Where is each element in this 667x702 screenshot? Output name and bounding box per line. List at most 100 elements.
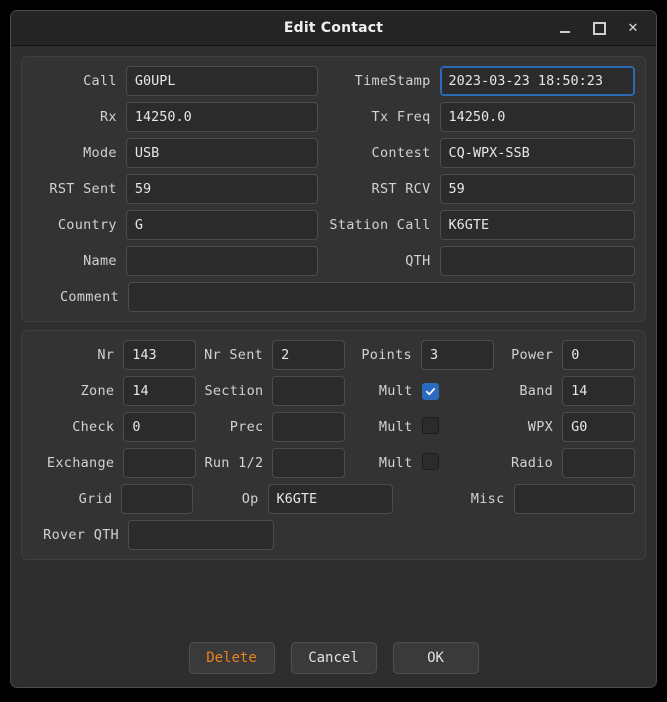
form-row-mode-contest: Mode USB Contest CQ-WPX-SSB [32, 138, 635, 168]
input-rover-qth[interactable] [128, 520, 274, 550]
input-nr-sent[interactable]: 2 [272, 340, 345, 370]
dialog-button-bar: Delete Cancel OK [11, 629, 656, 687]
form-row-name-qth: Name QTH [32, 246, 635, 276]
input-mode[interactable]: USB [125, 138, 319, 168]
label-prec: Prec [229, 419, 264, 435]
label-nr: Nr [97, 347, 115, 363]
input-nr[interactable]: 143 [123, 340, 196, 370]
label-rst-rcv: RST RCV [371, 181, 431, 197]
label-exchange: Exchange [46, 455, 115, 471]
input-qth[interactable] [439, 246, 635, 276]
label-rx: Rx [99, 109, 117, 125]
input-comment[interactable] [128, 282, 635, 312]
input-rx[interactable]: 14250.0 [125, 102, 319, 132]
label-tx-freq: Tx Freq [371, 109, 431, 125]
input-rst-rcv[interactable]: 59 [439, 174, 635, 204]
form-row-zone: Zone 14 Section Mult Band 14 [32, 376, 635, 406]
contact-details-group: Call G0UPL TimeStamp 2023-03-23 18:50:23… [21, 56, 646, 322]
input-tx-freq[interactable]: 14250.0 [439, 102, 635, 132]
label-section: Section [204, 383, 264, 399]
minimize-button[interactable] [548, 14, 582, 42]
form-row-rst: RST Sent 59 RST RCV 59 [32, 174, 635, 204]
form-row-comment: Comment [32, 282, 635, 312]
form-row-grid: Grid Op K6GTE Misc [32, 484, 635, 514]
cancel-button[interactable]: Cancel [290, 642, 377, 674]
minimize-icon [560, 31, 570, 33]
check-icon [425, 387, 435, 395]
dialog-body: Call G0UPL TimeStamp 2023-03-23 18:50:23… [11, 46, 656, 629]
label-misc: Misc [470, 491, 505, 507]
input-exchange[interactable] [123, 448, 197, 478]
input-country[interactable]: G [125, 210, 319, 240]
edit-contact-window: Edit Contact ✕ Call G0UPL TimeStamp 2023… [10, 10, 657, 688]
input-points[interactable]: 3 [420, 340, 494, 370]
input-rst-sent[interactable]: 59 [125, 174, 319, 204]
maximize-icon [592, 21, 606, 35]
label-call: Call [83, 73, 117, 89]
form-row-check: Check 0 Prec Mult WPX G0 [32, 412, 635, 442]
input-misc[interactable] [513, 484, 635, 514]
label-run: Run 1/2 [204, 455, 264, 471]
delete-button[interactable]: Delete [188, 642, 275, 674]
label-mode: Mode [83, 145, 117, 161]
title-bar[interactable]: Edit Contact ✕ [11, 11, 656, 46]
checkbox-mult-3[interactable] [421, 452, 439, 470]
label-grid: Grid [78, 491, 113, 507]
input-grid[interactable] [121, 484, 193, 514]
label-country: Country [57, 217, 117, 233]
label-mult-2: Mult [378, 419, 413, 435]
input-timestamp[interactable]: 2023-03-23 18:50:23 [439, 66, 635, 96]
label-contest: Contest [371, 145, 431, 161]
input-station-call[interactable]: K6GTE [439, 210, 635, 240]
label-power: Power [511, 347, 554, 363]
checkbox-wrap-mult-3 [421, 452, 494, 474]
checkbox-wrap-mult-2 [421, 416, 494, 438]
input-wpx[interactable]: G0 [562, 412, 635, 442]
input-op[interactable]: K6GTE [267, 484, 393, 514]
input-contest[interactable]: CQ-WPX-SSB [439, 138, 635, 168]
label-radio: Radio [510, 455, 554, 471]
input-band[interactable]: 14 [562, 376, 635, 406]
label-band: Band [519, 383, 554, 399]
window-controls: ✕ [548, 11, 650, 45]
label-mult-1: Mult [378, 383, 413, 399]
label-timestamp: TimeStamp [354, 73, 431, 89]
label-rst-sent: RST Sent [49, 181, 117, 197]
input-call[interactable]: G0UPL [125, 66, 319, 96]
label-rover-qth: Rover QTH [43, 527, 119, 543]
checkbox-wrap-mult-1 [421, 382, 494, 401]
input-prec[interactable] [272, 412, 346, 442]
form-row-country-station: Country G Station Call K6GTE [32, 210, 635, 240]
label-points: Points [361, 347, 412, 363]
label-station-call: Station Call [329, 217, 431, 233]
maximize-button[interactable] [582, 14, 616, 42]
input-name[interactable] [125, 246, 319, 276]
label-qth: QTH [405, 253, 431, 269]
label-op: Op [241, 491, 259, 507]
close-icon: ✕ [627, 20, 639, 36]
label-zone: Zone [80, 383, 115, 399]
checkbox-mult-2[interactable] [421, 416, 439, 434]
input-run[interactable] [272, 448, 346, 478]
label-mult-3: Mult [378, 455, 413, 471]
ok-button[interactable]: OK [392, 642, 479, 674]
label-nr-sent: Nr Sent [204, 347, 264, 363]
form-row-call-timestamp: Call G0UPL TimeStamp 2023-03-23 18:50:23 [32, 66, 635, 96]
label-check: Check [72, 419, 115, 435]
input-radio[interactable] [562, 448, 635, 478]
label-name: Name [83, 253, 117, 269]
form-row-nr: Nr 143 Nr Sent 2 Points 3 Power 0 [32, 340, 636, 370]
form-row-rx-txfreq: Rx 14250.0 Tx Freq 14250.0 [32, 102, 635, 132]
close-button[interactable]: ✕ [616, 14, 650, 42]
input-power[interactable]: 0 [562, 340, 636, 370]
form-row-rover-qth: Rover QTH [32, 520, 635, 550]
input-section[interactable] [272, 376, 346, 406]
form-row-exchange: Exchange Run 1/2 Mult Radio [32, 448, 635, 478]
label-comment: Comment [60, 289, 119, 305]
input-zone[interactable]: 14 [123, 376, 197, 406]
input-check[interactable]: 0 [123, 412, 197, 442]
label-wpx: WPX [527, 419, 554, 435]
window-title: Edit Contact [283, 20, 384, 36]
contest-details-group: Nr 143 Nr Sent 2 Points 3 Power 0 Zone 1… [21, 330, 646, 560]
checkbox-mult-1[interactable] [421, 382, 439, 400]
